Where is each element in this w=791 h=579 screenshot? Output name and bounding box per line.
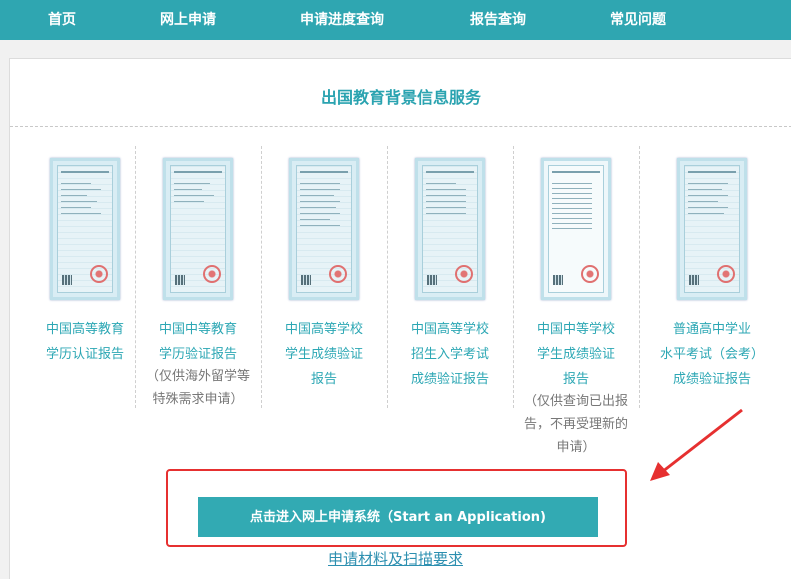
report-thumbnail-icon (415, 158, 485, 300)
card-label[interactable]: 中国高等教育 学历认证报告 (22, 317, 148, 367)
card-label[interactable]: 中国高等学校 招生入学考试 成绩验证报告 (387, 317, 513, 392)
card-label[interactable]: 中国中等教育 学历验证报告 (135, 317, 261, 367)
report-thumbnail-icon (541, 158, 611, 300)
report-thumbnail-icon (50, 158, 120, 300)
card-note: （仅供海外留学等 特殊需求申请） (145, 369, 250, 407)
top-nav-bar: 首页 网上申请 申请进度查询 报告查询 常见问题 (0, 0, 791, 40)
card-academic-proficiency-test[interactable]: 普通高中学业 水平考试（会考） 成绩验证报告 (649, 146, 775, 392)
nav-progress-query[interactable]: 申请进度查询 (300, 0, 384, 40)
annotation-arrow-icon (650, 408, 743, 481)
requirements-link[interactable]: 申请材料及扫描要求 (0, 548, 791, 569)
card-label[interactable]: 普通高中学业 水平考试（会考） 成绩验证报告 (649, 317, 775, 392)
card-label[interactable]: 中国高等学校 学生成绩验证 报告 (261, 317, 387, 392)
card-divider (639, 146, 640, 408)
card-note: （仅供查询已出报 告，不再受理新的 申请） (523, 394, 628, 455)
card-higher-edu-certification[interactable]: 中国高等教育 学历认证报告 (22, 146, 148, 367)
card-label[interactable]: 中国中等学校 学生成绩验证 报告 (513, 317, 639, 392)
start-application-button[interactable]: 点击进入网上申请系统（Start an Application) (198, 497, 598, 537)
page-title: 出国教育背景信息服务 (320, 88, 481, 107)
title-divider (10, 126, 791, 127)
nav-report-query[interactable]: 报告查询 (470, 0, 526, 40)
card-higher-edu-transcript[interactable]: 中国高等学校 学生成绩验证 报告 (261, 146, 387, 392)
nav-home[interactable]: 首页 (48, 0, 76, 40)
card-secondary-transcript[interactable]: 中国中等学校 学生成绩验证 报告 （仅供查询已出报 告，不再受理新的 申请） (513, 146, 639, 459)
nav-faq[interactable]: 常见问题 (610, 0, 666, 40)
report-thumbnail-icon (163, 158, 233, 300)
nav-online-application[interactable]: 网上申请 (160, 0, 216, 40)
report-thumbnail-icon (677, 158, 747, 300)
report-thumbnail-icon (289, 158, 359, 300)
card-secondary-edu-verification[interactable]: 中国中等教育 学历验证报告 （仅供海外留学等 特殊需求申请） (135, 146, 261, 411)
card-college-entrance-exam[interactable]: 中国高等学校 招生入学考试 成绩验证报告 (387, 146, 513, 392)
